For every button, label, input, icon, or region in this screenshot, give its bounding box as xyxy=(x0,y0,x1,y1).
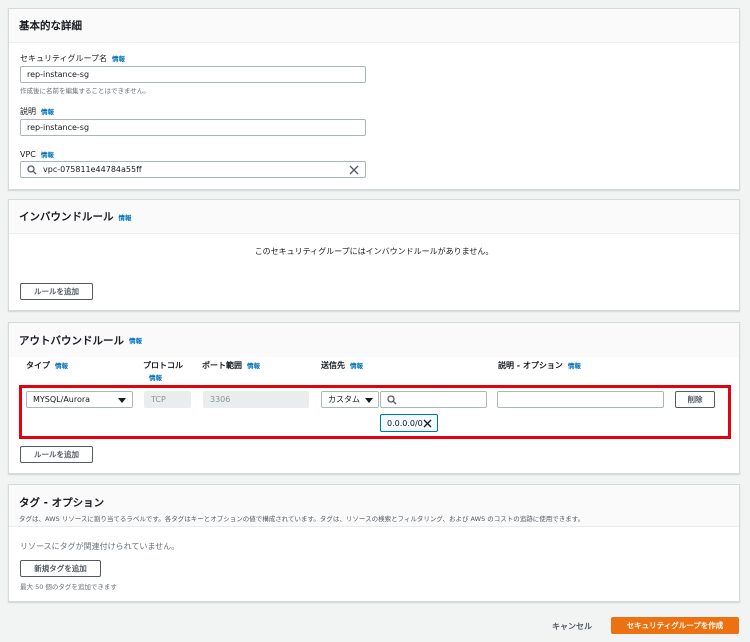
add-inbound-rule-button[interactable]: ルールを追加 xyxy=(20,283,93,300)
outbound-rules-panel: アウトバウンドルール 情報 タイプ 情報 プロトコル 情報 ポート範囲 情報 送信先情… xyxy=(8,322,740,474)
tags-panel: タグ - オプション タグは、AWS リソースに割り当てるラベルです。各タグはキ… xyxy=(8,484,740,602)
inbound-rules-header: インバウンドルール 情報 xyxy=(9,200,739,234)
col-port: ポート範囲 情報 xyxy=(202,360,260,371)
col-type-label: タイプ xyxy=(26,361,50,370)
col-type-info-link[interactable]: 情報 xyxy=(55,362,68,370)
col-protocol: プロトコル xyxy=(143,361,183,370)
col-port-label: ポート範囲 xyxy=(202,361,242,370)
protocol-value: TCP xyxy=(151,395,166,404)
inbound-rules-title: インバウンドルール xyxy=(19,211,114,223)
cancel-button[interactable]: キャンセル xyxy=(552,621,592,632)
destination-search-input[interactable] xyxy=(380,391,487,408)
caret-down-icon xyxy=(365,397,373,406)
sg-name-hint: 作成後に名前を編集することはできません。 xyxy=(20,87,150,95)
col-description: 説明 - オプション 情報 xyxy=(498,360,581,371)
sg-name-value: rep-instance-sg xyxy=(27,70,90,79)
add-tag-button[interactable]: 新規タグを追加 xyxy=(20,560,101,577)
sg-name-input[interactable]: rep-instance-sg xyxy=(20,66,366,83)
rule-description-input[interactable] xyxy=(497,391,664,408)
port-field: 3306 xyxy=(203,391,309,408)
description-input[interactable]: rep-instance-sg xyxy=(20,119,366,136)
protocol-field: TCP xyxy=(144,391,191,408)
description-info-link[interactable]: 情報 xyxy=(41,108,54,116)
col-type: タイプ 情報 xyxy=(26,360,68,371)
description-label-row: 説明 情報 xyxy=(20,106,54,117)
vpc-label-row: VPC 情報 xyxy=(20,149,54,159)
outbound-rules-header: アウトバウンドルール 情報 xyxy=(9,323,739,357)
create-security-group-button[interactable]: セキュリティグループを作成 xyxy=(611,617,739,634)
remove-token-icon[interactable] xyxy=(423,419,432,428)
vpc-value: vpc-075811e44784a55ff xyxy=(43,165,142,174)
search-icon xyxy=(27,164,37,175)
destination-mode-select[interactable]: カスタム xyxy=(321,391,379,408)
add-outbound-rule-button[interactable]: ルールを追加 xyxy=(20,446,93,463)
basic-details-panel: 基本的な詳細 セキュリティグループ名 情報 rep-instance-sg 作成後… xyxy=(8,8,740,190)
cidr-value: 0.0.0.0/0 xyxy=(387,418,423,428)
tags-empty-message: リソースにタグが関連付けられていません。 xyxy=(20,542,180,551)
cidr-token: 0.0.0.0/0 xyxy=(380,414,438,432)
col-description-label: 説明 - オプション xyxy=(498,361,563,370)
description-value: rep-instance-sg xyxy=(27,123,90,132)
destination-mode-value: カスタム xyxy=(328,395,360,404)
vpc-select[interactable]: vpc-075811e44784a55ff xyxy=(20,161,366,178)
type-value: MYSQL/Aurora xyxy=(33,395,91,404)
description-label: 説明 xyxy=(20,107,36,116)
tags-description: タグは、AWS リソースに割り当てるラベルです。各タグはキーとオプションの値で構… xyxy=(19,515,585,523)
inbound-info-link[interactable]: 情報 xyxy=(119,212,132,222)
col-description-info-link[interactable]: 情報 xyxy=(568,362,581,370)
delete-rule-button[interactable]: 削除 xyxy=(675,391,715,408)
col-port-info-link[interactable]: 情報 xyxy=(247,362,260,370)
tags-limit-hint: 最大 50 個のタグを追加できます xyxy=(20,583,117,591)
col-destination-info-link[interactable]: 情報 xyxy=(350,362,363,370)
col-destination-label: 送信先 xyxy=(321,361,345,370)
tags-title: タグ - オプション xyxy=(19,497,105,509)
tags-header: タグ - オプション タグは、AWS リソースに割り当てるラベルです。各タグはキ… xyxy=(9,485,739,527)
type-select[interactable]: MYSQL/Aurora xyxy=(26,391,133,408)
inbound-empty-message: このセキュリティグループにはインバウンドルールがありません。 xyxy=(254,247,494,256)
col-protocol-info-link[interactable]: 情報 xyxy=(149,372,162,382)
sg-name-info-link[interactable]: 情報 xyxy=(112,55,125,63)
sg-name-label-row: セキュリティグループ名 情報 xyxy=(20,53,125,64)
outbound-info-link[interactable]: 情報 xyxy=(129,335,142,345)
caret-down-icon xyxy=(118,397,126,406)
col-destination: 送信先 情報 xyxy=(321,360,363,371)
basic-details-title: 基本的な詳細 xyxy=(19,20,82,32)
vpc-label: VPC xyxy=(20,150,36,159)
clear-icon[interactable] xyxy=(349,165,359,175)
search-icon xyxy=(387,394,397,405)
port-value: 3306 xyxy=(210,395,231,404)
basic-details-header: 基本的な詳細 xyxy=(9,9,739,43)
sg-name-label: セキュリティグループ名 xyxy=(20,54,108,63)
vpc-info-link[interactable]: 情報 xyxy=(41,151,54,159)
inbound-rules-panel: インバウンドルール 情報 このセキュリティグループにはインバウンドルールがありませ… xyxy=(8,199,740,311)
outbound-rules-title: アウトバウンドルール xyxy=(19,334,124,347)
